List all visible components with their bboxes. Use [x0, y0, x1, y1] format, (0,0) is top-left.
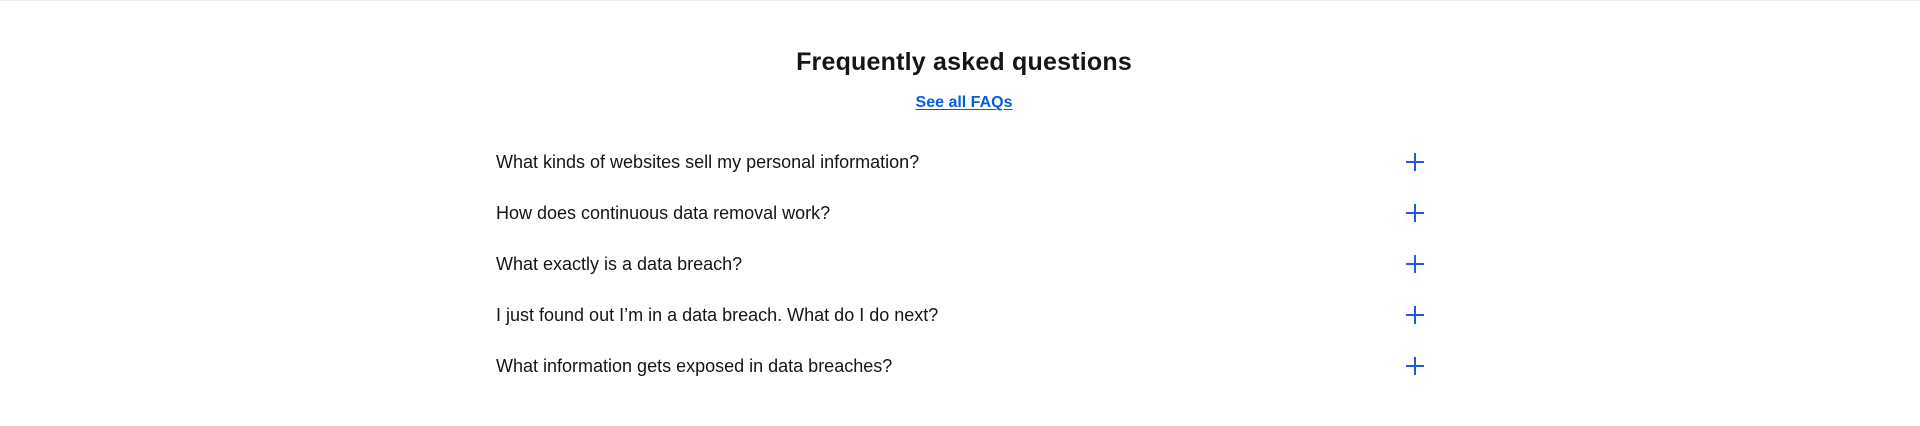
faq-question: How does continuous data removal work? [496, 202, 831, 223]
page: Frequently asked questions See all FAQs … [0, 0, 1920, 426]
plus-icon[interactable] [1406, 254, 1424, 273]
faq-question: What kinds of websites sell my personal … [496, 151, 920, 172]
faq-link-container: See all FAQs [496, 93, 1432, 113]
faq-question: I just found out I’m in a data breach. W… [496, 304, 939, 325]
faq-item-found-in-breach[interactable]: I just found out I’m in a data breach. W… [496, 289, 1432, 340]
plus-icon[interactable] [1406, 203, 1424, 222]
plus-icon[interactable] [1406, 305, 1424, 324]
faq-title: Frequently asked questions [796, 48, 1132, 76]
faq-item-info-exposed[interactable]: What information gets exposed in data br… [496, 340, 1432, 391]
faq-question: What information gets exposed in data br… [496, 355, 893, 376]
faq-item-websites-sell-info[interactable]: What kinds of websites sell my personal … [496, 136, 1432, 187]
faq-list: What kinds of websites sell my personal … [496, 136, 1432, 391]
see-all-faqs-link[interactable]: See all FAQs [916, 94, 1013, 111]
faq-question: What exactly is a data breach? [496, 253, 743, 274]
faq-item-what-is-breach[interactable]: What exactly is a data breach? [496, 238, 1432, 289]
plus-icon[interactable] [1406, 356, 1424, 375]
faq-item-continuous-removal[interactable]: How does continuous data removal work? [496, 187, 1432, 238]
plus-icon[interactable] [1406, 152, 1424, 171]
